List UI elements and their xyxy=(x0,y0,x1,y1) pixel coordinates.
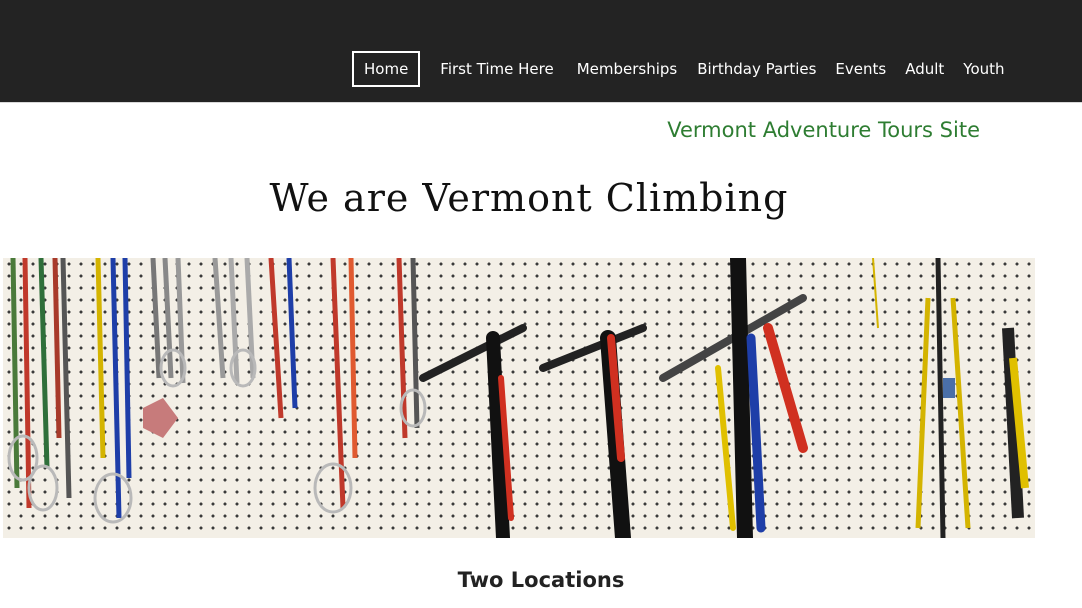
nav-item-memberships[interactable]: Memberships xyxy=(577,51,678,87)
climbing-gear-banner xyxy=(3,258,1035,538)
section-title-two-locations: Two Locations xyxy=(457,568,625,592)
nav-item-birthday-parties[interactable]: Birthday Parties xyxy=(697,51,816,87)
hero-title: We are Vermont Climbing xyxy=(269,176,789,220)
climbing-gear-image-icon xyxy=(7,258,1029,538)
nav-item-first-time-here[interactable]: First Time Here xyxy=(440,51,553,87)
nav-item-events[interactable]: Events xyxy=(835,51,886,87)
nav-item-adult[interactable]: Adult xyxy=(905,51,944,87)
site-header: Home First Time Here Memberships Birthda… xyxy=(0,0,1082,102)
nav-item-youth[interactable]: Youth xyxy=(963,51,1004,87)
nav-item-home[interactable]: Home xyxy=(352,51,421,87)
main-nav: Home First Time Here Memberships Birthda… xyxy=(352,51,1005,87)
header-divider xyxy=(0,102,1082,103)
adventure-tours-link[interactable]: Vermont Adventure Tours Site xyxy=(667,118,980,142)
